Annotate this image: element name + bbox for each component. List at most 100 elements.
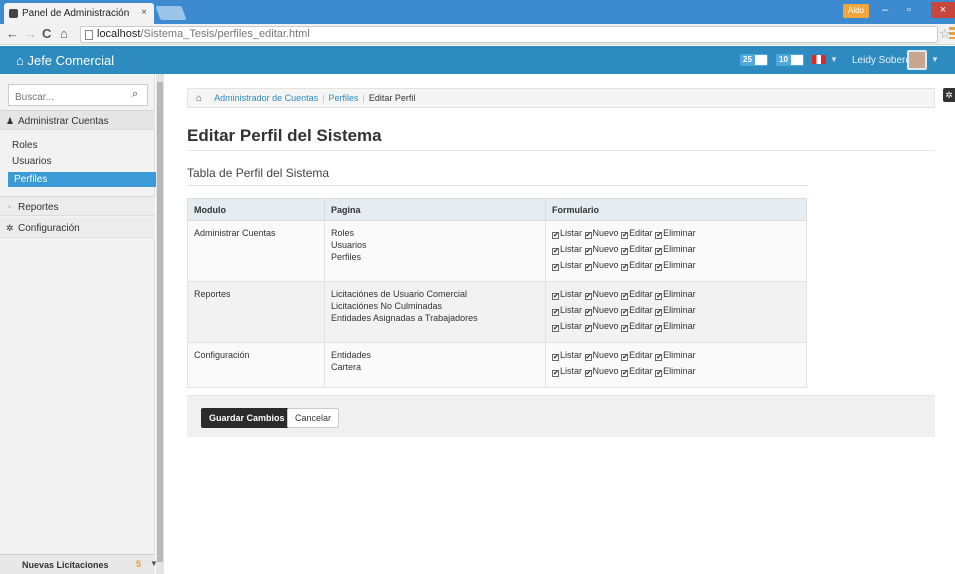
section-label: Reportes: [18, 202, 59, 213]
nuevas-licitaciones[interactable]: Nuevas Licitaciones 5 ▼: [0, 554, 158, 574]
checkbox[interactable]: ✔: [584, 309, 592, 316]
sidebar-section-configuracion[interactable]: ✲ Configuración: [0, 218, 155, 238]
maximize-icon[interactable]: ▫: [898, 2, 920, 18]
page-title: Editar Perfil del Sistema: [187, 126, 382, 145]
search-input[interactable]: [8, 84, 148, 106]
home-icon[interactable]: ⌂: [60, 26, 68, 42]
checkbox[interactable]: ✔: [584, 264, 592, 271]
checkbox[interactable]: ✔: [552, 264, 559, 271]
checkbox[interactable]: ✔: [655, 264, 663, 271]
checkbox[interactable]: ✔: [621, 354, 629, 361]
pagina-item: Licitaciónes No Culminadas: [331, 301, 443, 311]
messages-badge[interactable]: 10: [776, 54, 804, 66]
permission-label: Nuevo: [592, 260, 619, 270]
chart-icon: ◔: [6, 202, 12, 212]
close-window-icon[interactable]: ×: [931, 2, 955, 18]
browser-tabstrip: Panel de Administración × Aldo – ▫ ×: [0, 0, 955, 24]
permission-label: Editar: [629, 260, 653, 270]
checkbox[interactable]: ✔: [655, 309, 663, 316]
avatar[interactable]: [907, 50, 927, 70]
sidebar-item-usuarios[interactable]: Usuarios: [12, 156, 51, 167]
checkbox[interactable]: ✔: [655, 354, 663, 361]
checkbox[interactable]: ✔: [552, 354, 559, 361]
checkbox[interactable]: ✔: [584, 354, 592, 361]
checkbox[interactable]: ✔: [552, 293, 559, 300]
pagina-item: Licitaciónes de Usuario Comercial: [331, 289, 468, 299]
divider: [187, 150, 935, 151]
permission-group: ✔Listar ✔Nuevo ✔Editar ✔Eliminar: [552, 259, 800, 275]
checkbox[interactable]: ✔: [621, 309, 629, 316]
permission-label: Editar: [629, 350, 653, 360]
section-title: Tabla de Perfil del Sistema: [187, 166, 330, 180]
permission-label: Eliminar: [663, 260, 696, 270]
chevron-down-icon[interactable]: ▼: [931, 55, 939, 64]
browser-tab[interactable]: Panel de Administración ×: [4, 3, 154, 24]
checkbox[interactable]: ✔: [655, 293, 663, 300]
permission-label: Editar: [629, 366, 653, 376]
permission-label: Editar: [629, 289, 653, 299]
checkbox[interactable]: ✔: [621, 232, 629, 239]
checkbox[interactable]: ✔: [584, 370, 592, 377]
permission-label: Nuevo: [592, 305, 619, 315]
cancel-button[interactable]: Cancelar: [287, 408, 340, 428]
checkbox[interactable]: ✔: [621, 264, 629, 271]
checkbox[interactable]: ✔: [552, 370, 559, 377]
cell-formulario: ✔Listar ✔Nuevo ✔Editar ✔Eliminar ✔Listar…: [545, 220, 807, 282]
notifications-badge[interactable]: 25: [740, 54, 768, 66]
url-host: localhost: [97, 28, 141, 40]
back-icon[interactable]: ←: [6, 26, 19, 42]
permission-label: Listar: [560, 260, 583, 270]
checkbox[interactable]: ✔: [584, 325, 592, 332]
settings-gear-icon[interactable]: ✲: [943, 88, 955, 102]
checkbox[interactable]: ✔: [584, 232, 592, 239]
sidebar-section-reportes[interactable]: ◔ Reportes: [0, 196, 155, 216]
checkbox[interactable]: ✔: [621, 248, 629, 255]
permission-label: Listar: [560, 244, 583, 254]
checkbox[interactable]: ✔: [621, 370, 629, 377]
reload-icon[interactable]: C: [42, 26, 51, 42]
checkbox[interactable]: ✔: [552, 248, 559, 255]
forward-icon[interactable]: →: [24, 26, 37, 42]
new-tab-button[interactable]: [155, 6, 187, 20]
checkbox[interactable]: ✔: [584, 248, 592, 255]
checkbox[interactable]: ✔: [621, 293, 629, 300]
checkbox[interactable]: ✔: [621, 325, 629, 332]
checkbox[interactable]: ✔: [552, 309, 559, 316]
window-user-badge: Aldo: [843, 4, 869, 18]
pagina-item: Entidades: [331, 350, 372, 360]
checkbox[interactable]: ✔: [655, 248, 663, 255]
breadcrumb-item[interactable]: Administrador de Cuentas: [214, 93, 318, 103]
browser-menu-icon[interactable]: [949, 27, 955, 39]
search-icon[interactable]: ⌕: [132, 88, 138, 101]
chevron-down-icon[interactable]: ▼: [830, 55, 838, 64]
permission-label: Listar: [560, 366, 583, 376]
sidebar-scroll-thumb[interactable]: [157, 82, 163, 562]
checkbox[interactable]: ✔: [655, 232, 663, 239]
checkbox[interactable]: ✔: [552, 232, 559, 239]
checkbox[interactable]: ✔: [655, 325, 663, 332]
nuevas-count: 5: [136, 559, 142, 569]
breadcrumb-item[interactable]: Perfiles: [328, 93, 358, 103]
checkbox[interactable]: ✔: [584, 293, 592, 300]
sidebar-section-cuentas[interactable]: ♟ Administrar Cuentas: [0, 110, 155, 130]
checkbox[interactable]: ✔: [552, 325, 559, 332]
permission-label: Nuevo: [592, 366, 619, 376]
home-icon[interactable]: ⌂: [196, 93, 202, 104]
cell-paginas: Licitaciónes de Usuario Comercial Licitac…: [324, 281, 546, 343]
permission-label: Listar: [560, 350, 583, 360]
brand[interactable]: ⌂ Jefe Comercial: [16, 53, 114, 68]
checkbox[interactable]: ✔: [655, 370, 663, 377]
minimize-icon[interactable]: –: [874, 2, 896, 18]
tab-close-icon[interactable]: ×: [141, 7, 147, 18]
sidebar-item-perfiles[interactable]: Perfiles: [8, 172, 156, 187]
permission-group: ✔Listar ✔Nuevo ✔Editar ✔Eliminar: [552, 365, 800, 381]
sidebar-item-roles[interactable]: Roles: [12, 140, 38, 151]
mail-icon: [754, 54, 767, 65]
permission-label: Eliminar: [663, 289, 696, 299]
browser-toolbar: ← → C ⌂ localhost/Sistema_Tesis/perfiles…: [0, 24, 955, 45]
tab-title: Panel de Administración: [22, 8, 130, 19]
save-button[interactable]: Guardar Cambios: [201, 408, 293, 428]
language-flag-icon[interactable]: [812, 55, 826, 64]
column-header: Modulo: [187, 198, 325, 221]
address-bar[interactable]: localhost/Sistema_Tesis/perfiles_editar.…: [80, 26, 938, 43]
